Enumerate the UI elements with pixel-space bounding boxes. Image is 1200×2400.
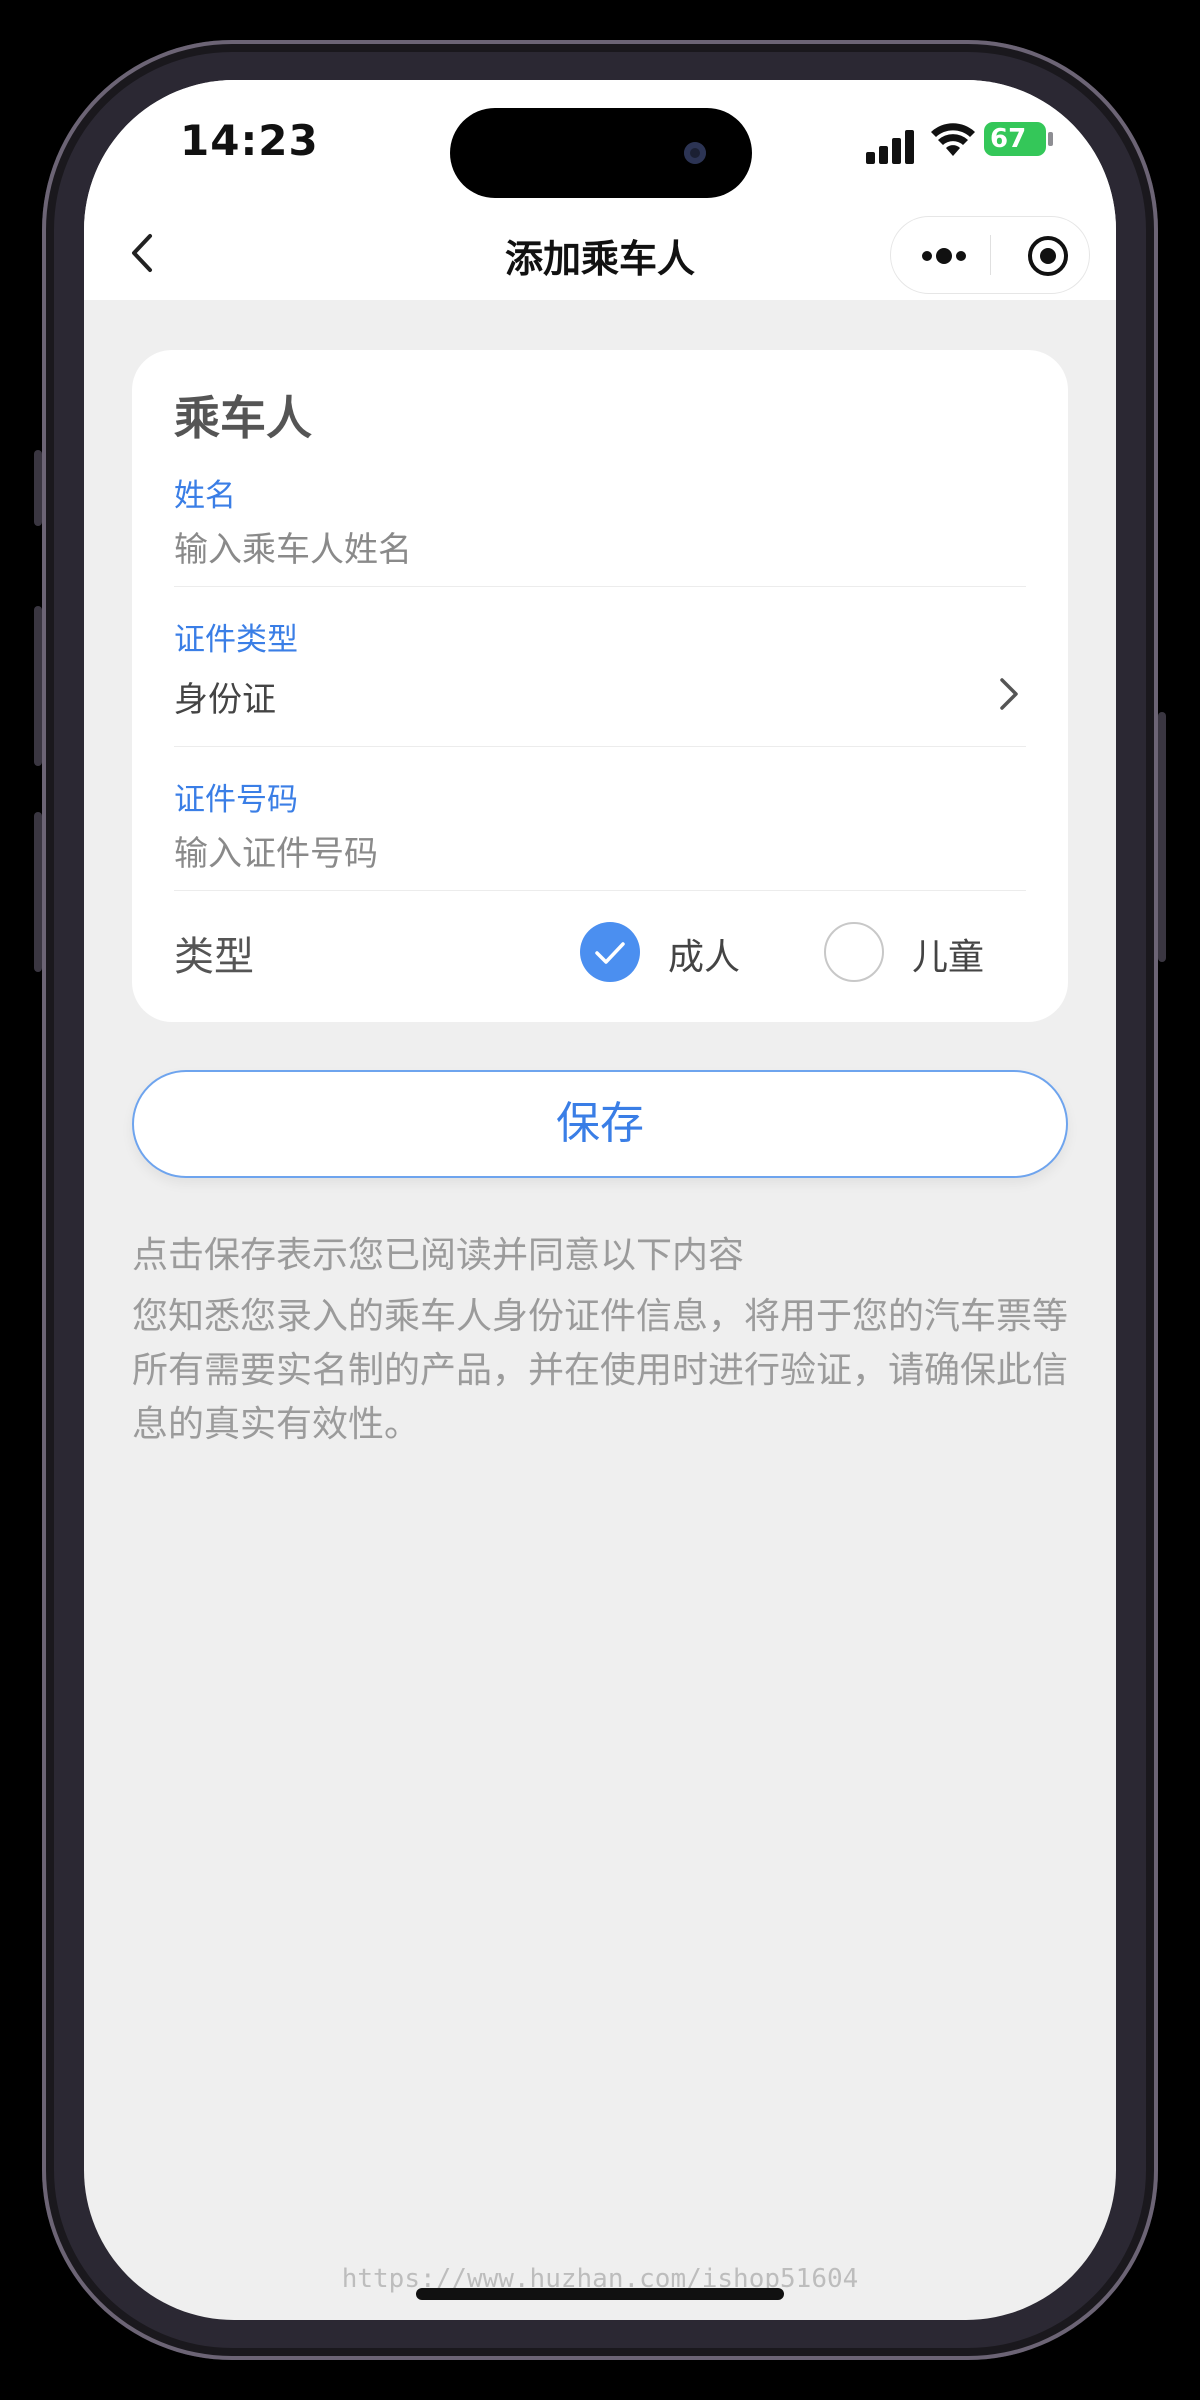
battery-icon: 67: [984, 122, 1046, 156]
capsule-divider: [990, 235, 991, 275]
dynamic-island: [450, 108, 752, 198]
checkmark-icon: [595, 942, 625, 964]
target-icon[interactable]: [1027, 235, 1069, 277]
id-number-label: 证件号码: [174, 782, 298, 818]
id-number-input[interactable]: 输入证件号码: [174, 826, 378, 875]
battery-level: 67: [990, 124, 1027, 154]
name-label: 姓名: [174, 478, 236, 514]
name-input[interactable]: 输入乘车人姓名: [174, 522, 412, 571]
status-bar: 14:23 67 添加乘车人: [84, 80, 1116, 300]
child-radio-label[interactable]: 儿童: [912, 928, 984, 980]
nav-bar: 添加乘车人: [84, 210, 1116, 300]
passenger-form-card: 乘车人 姓名 输入乘车人姓名 证件类型 身份证 证件号码 输入证件号码 类型 成…: [132, 350, 1068, 1022]
wifi-icon: [931, 123, 975, 156]
notice-title: 点击保存表示您已阅读并同意以下内容: [132, 1235, 745, 1276]
id-type-label: 证件类型: [174, 622, 298, 658]
save-button[interactable]: 保存: [132, 1070, 1068, 1178]
mini-program-capsule: [890, 216, 1090, 294]
adult-radio-label[interactable]: 成人: [668, 928, 740, 980]
divider: [174, 890, 1026, 891]
passenger-type-label: 类型: [174, 934, 254, 980]
signal-icon: [866, 128, 918, 164]
more-dots-icon[interactable]: [919, 241, 969, 271]
section-title: 乘车人: [174, 391, 312, 445]
home-indicator: [416, 2288, 784, 2300]
child-radio[interactable]: [824, 922, 884, 982]
side-button: [34, 450, 42, 526]
divider: [174, 586, 1026, 587]
camera-icon: [684, 142, 706, 164]
battery-tip: [1048, 132, 1053, 146]
volume-up-button: [34, 606, 42, 766]
id-type-select[interactable]: 身份证: [174, 672, 276, 721]
chevron-right-icon[interactable]: [996, 674, 1022, 714]
power-button: [1158, 712, 1166, 962]
notice-body: 您知悉您录入的乘车人身份证件信息，将用于您的汽车票等所有需要实名制的产品，并在使…: [132, 1296, 1069, 1445]
divider: [174, 746, 1026, 747]
phone-screen: 14:23 67 添加乘车人 乘车人 姓名 输入乘车人姓名 证件类型 身份证 证…: [84, 80, 1116, 2320]
adult-radio[interactable]: [580, 922, 640, 982]
volume-down-button: [34, 812, 42, 972]
status-time: 14:23: [180, 116, 319, 165]
